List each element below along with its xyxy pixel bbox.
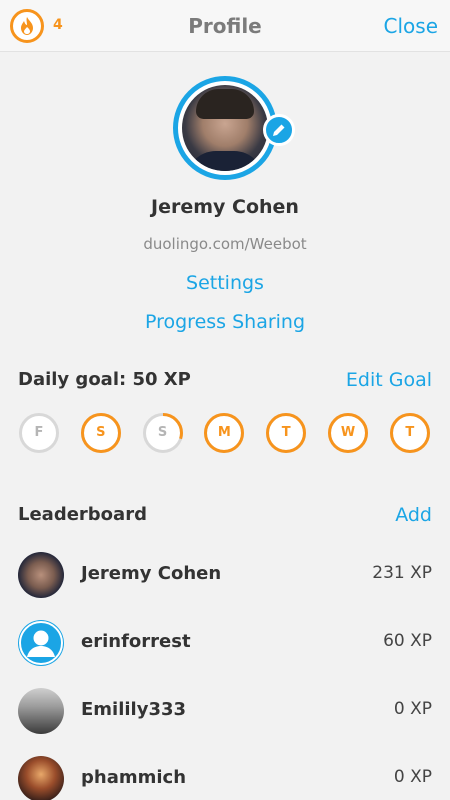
edit-goal-button[interactable]: Edit Goal: [346, 369, 432, 391]
day-progress-5: T: [265, 412, 307, 454]
edit-avatar-button[interactable]: [263, 114, 295, 146]
avatar: [18, 756, 64, 800]
leaderboard-xp: 60 XP: [383, 631, 432, 651]
close-button[interactable]: Close: [384, 14, 438, 38]
leaderboard-xp: 0 XP: [393, 699, 432, 719]
progress-sharing-link[interactable]: Progress Sharing: [0, 311, 450, 333]
leaderboard-name: erinforrest: [81, 631, 191, 652]
day-progress-4: M: [203, 412, 245, 454]
day-letter: S: [96, 425, 106, 440]
profile-photo: [182, 85, 268, 171]
leaderboard-name: Jeremy Cohen: [81, 563, 222, 584]
day-letter: T: [405, 425, 415, 440]
leaderboard-row[interactable]: phammich 0 XP: [0, 749, 450, 800]
profile-url: duolingo.com/Weebot: [143, 235, 307, 253]
avatar: [18, 688, 64, 734]
day-progress-6: W: [327, 412, 369, 454]
day-letter: W: [340, 425, 356, 440]
day-progress-2: S: [80, 412, 122, 454]
leaderboard-name: phammich: [81, 767, 187, 788]
day-letter: F: [34, 425, 44, 440]
daily-goal-title: Daily goal: 50 XP: [18, 369, 191, 390]
day-letter: T: [281, 425, 291, 440]
day-letter: S: [157, 425, 168, 440]
leaderboard-title: Leaderboard: [18, 504, 147, 525]
leaderboard-name: Emilily333: [81, 699, 187, 720]
page-title: Profile: [188, 14, 262, 38]
profile-avatar[interactable]: [173, 76, 277, 180]
day-progress-1: F: [18, 412, 60, 454]
day-progress-3: S: [142, 412, 184, 454]
default-avatar-icon: [18, 620, 64, 666]
profile-name: Jeremy Cohen: [151, 196, 299, 218]
leaderboard-xp: 231 XP: [372, 563, 432, 583]
leaderboard-row[interactable]: Emilily333 0 XP: [0, 681, 450, 749]
leaderboard-xp: 0 XP: [393, 767, 432, 787]
add-friend-button[interactable]: Add: [395, 504, 432, 526]
pencil-icon: [273, 124, 285, 136]
day-progress-7: T: [389, 412, 431, 454]
day-letter: M: [217, 425, 231, 440]
top-bar: 4 Profile Close: [0, 0, 450, 52]
leaderboard-row[interactable]: erinforrest 60 XP: [0, 613, 450, 681]
leaderboard-row[interactable]: Jeremy Cohen 231 XP: [0, 545, 450, 613]
settings-link[interactable]: Settings: [0, 272, 450, 294]
avatar: [18, 552, 64, 598]
